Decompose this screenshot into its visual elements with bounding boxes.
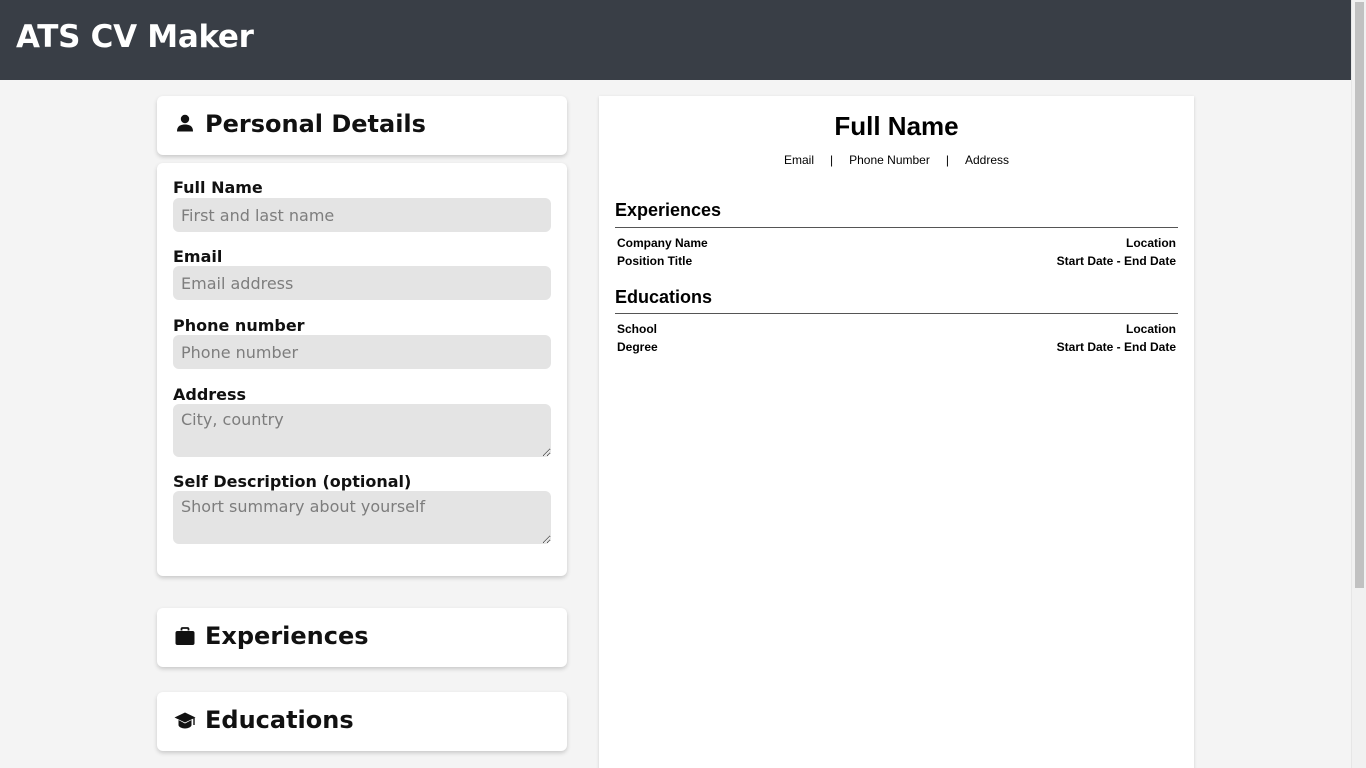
graduation-cap-icon xyxy=(174,710,196,732)
cv-educations-title: Educations xyxy=(615,287,713,307)
app-header: ATS CV Maker xyxy=(0,0,1351,80)
personal-details-form: Full Name Email Phone number Address Sel… xyxy=(157,163,567,576)
scrollbar-thumb[interactable] xyxy=(1355,2,1364,588)
person-icon xyxy=(174,114,196,136)
cv-contact-line: Email | Phone Number | Address xyxy=(599,153,1194,167)
cv-degree: Degree xyxy=(617,340,658,354)
self-description-label: Self Description (optional) xyxy=(173,472,412,491)
briefcase-icon xyxy=(174,626,196,648)
app-title: ATS CV Maker xyxy=(16,19,254,55)
cv-experiences-title: Experiences xyxy=(615,200,722,220)
experiences-title: Experiences xyxy=(205,622,369,650)
cv-education-dates: Start Date - End Date xyxy=(1056,340,1176,354)
cv-company-name: Company Name xyxy=(617,236,708,250)
address-label: Address xyxy=(173,385,247,404)
self-description-textarea[interactable] xyxy=(173,491,551,544)
phone-label: Phone number xyxy=(173,316,305,335)
phone-input[interactable] xyxy=(173,335,551,369)
cv-preview: Full Name Email | Phone Number | Address Exp… xyxy=(599,96,1194,768)
cv-education-location: Location xyxy=(1126,322,1176,336)
email-input[interactable] xyxy=(173,266,551,300)
educations-header[interactable]: Educations xyxy=(157,692,567,751)
experiences-header[interactable]: Experiences xyxy=(157,608,567,667)
cv-position-title: Position Title xyxy=(617,254,693,268)
address-textarea[interactable] xyxy=(173,404,551,457)
cv-school: School xyxy=(617,322,658,336)
page-scrollbar[interactable] xyxy=(1351,0,1366,768)
cv-address: Address xyxy=(964,153,1009,167)
cv-divider xyxy=(615,227,1178,228)
cv-full-name: Full Name xyxy=(834,111,959,141)
cv-separator: | xyxy=(945,153,949,167)
educations-title: Educations xyxy=(205,706,354,734)
cv-email: Email xyxy=(783,153,814,167)
full-name-input[interactable] xyxy=(173,198,551,232)
cv-phone: Phone Number xyxy=(849,153,930,167)
cv-separator: | xyxy=(830,153,834,167)
personal-details-header[interactable]: Personal Details xyxy=(157,96,567,155)
cv-experience-dates: Start Date - End Date xyxy=(1056,254,1176,268)
cv-divider xyxy=(615,313,1178,314)
full-name-label: Full Name xyxy=(173,178,263,197)
personal-details-title: Personal Details xyxy=(205,110,426,138)
email-label: Email xyxy=(173,247,223,266)
cv-experience-location: Location xyxy=(1126,236,1176,250)
